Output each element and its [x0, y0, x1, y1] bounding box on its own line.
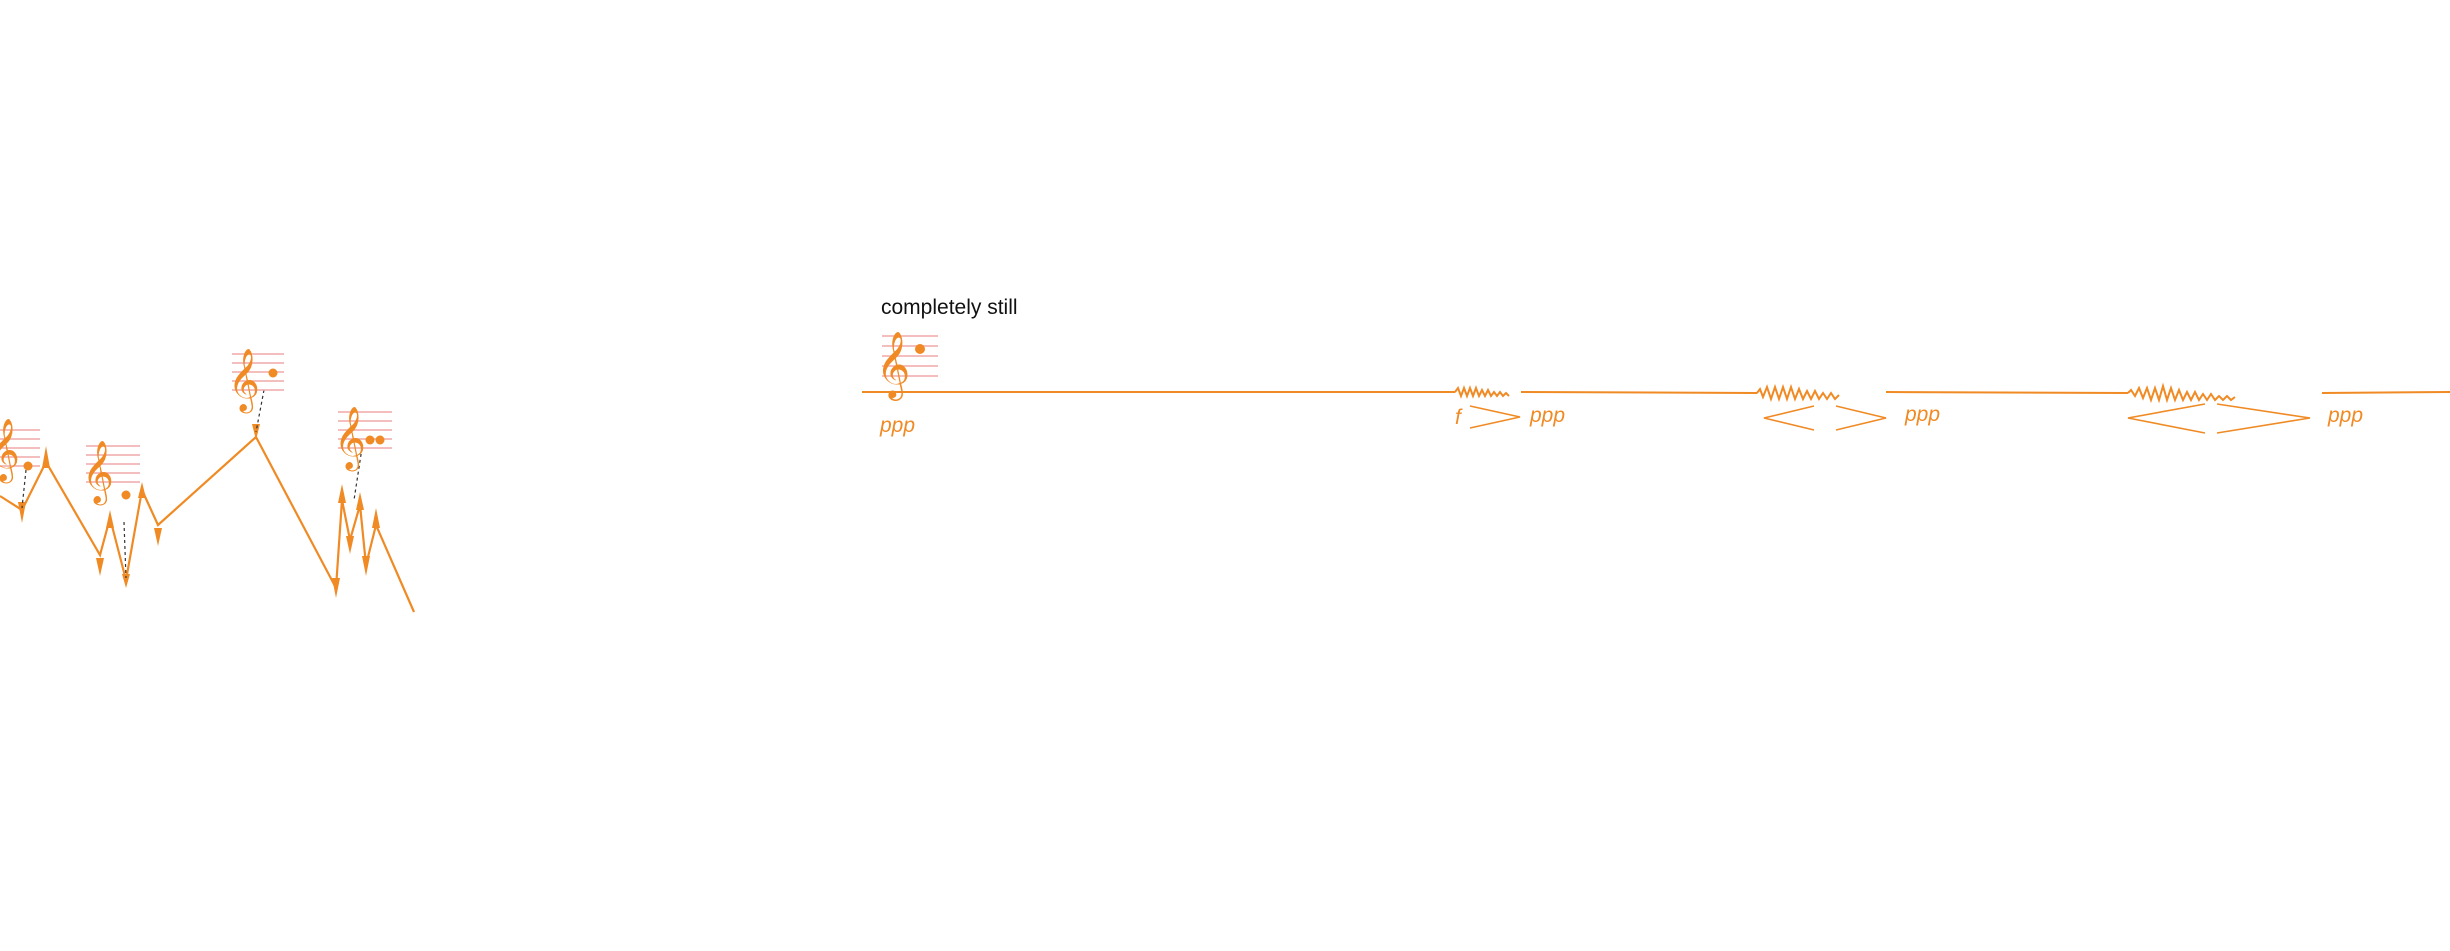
dynamic-marking: ppp — [2327, 404, 2363, 427]
arrow-up — [372, 508, 380, 528]
sustain-line — [862, 382, 2450, 404]
note-head — [23, 461, 33, 471]
mini-staff-1: 𝄞 — [0, 418, 40, 484]
treble-clef-icon: 𝄞 — [876, 330, 910, 401]
mini-staff-2: 𝄞 — [82, 440, 140, 506]
arrow-up — [42, 446, 50, 468]
arrow-up — [138, 482, 146, 498]
dynamic-marking: ppp — [1529, 404, 1565, 427]
decrescendo-hairpin — [1835, 405, 1887, 431]
arrow-down — [332, 578, 340, 598]
arrow-up — [338, 484, 346, 503]
arrow-up — [106, 510, 114, 528]
note-head — [915, 344, 925, 354]
decrescendo-hairpin — [1469, 405, 1521, 429]
arrow-down — [346, 536, 354, 554]
treble-clef-icon: 𝄞 — [334, 406, 366, 472]
treble-clef-icon: 𝄞 — [228, 348, 260, 414]
arrow-down — [96, 558, 104, 576]
treble-clef-icon: 𝄞 — [0, 418, 20, 484]
dynamic-marking: ppp — [1904, 403, 1940, 426]
start-staff: 𝄞 — [876, 330, 938, 401]
crescendo-hairpin — [1763, 405, 1815, 431]
note-head — [365, 435, 375, 445]
dynamic-marking: ppp — [879, 414, 915, 437]
mini-staff-4: 𝄞 — [334, 406, 392, 472]
crescendo-hairpin — [2127, 403, 2206, 434]
arrow-down — [18, 502, 26, 523]
treble-clef-icon: 𝄞 — [82, 440, 114, 506]
score-canvas: 𝄞 𝄞 𝄞 𝄞 completely still 𝄞 ppp f ppp ppp… — [0, 296, 2450, 613]
decrescendo-hairpin — [2216, 403, 2311, 434]
arrow-down — [154, 528, 162, 546]
note-head — [268, 368, 278, 378]
arrow-up — [356, 492, 364, 510]
note-head — [375, 435, 385, 445]
arrow-down — [362, 556, 370, 576]
dynamic-marking: f — [1455, 406, 1463, 429]
tempo-caption: completely still — [881, 296, 1018, 319]
mini-staff-3: 𝄞 — [228, 348, 284, 414]
note-head — [121, 490, 131, 500]
